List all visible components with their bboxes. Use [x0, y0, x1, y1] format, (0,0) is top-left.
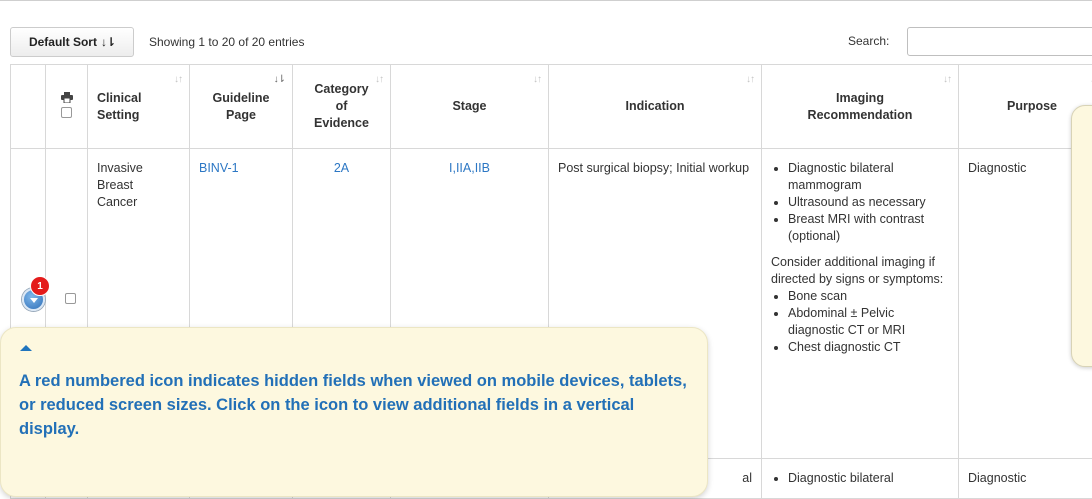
sort-asc-icon: ↓⇂: [274, 71, 285, 88]
default-sort-button[interactable]: Default Sort ↓⇂: [10, 27, 134, 57]
header-stage[interactable]: Stage ↓↑: [391, 65, 549, 149]
header-guideline-page[interactable]: Guideline Page ↓⇂: [190, 65, 293, 149]
help-callout-text: A red numbered icon indicates hidden fie…: [19, 369, 699, 441]
header-stage-label: Stage: [391, 98, 548, 115]
header-imaging-label: Imaging Recommendation: [762, 90, 958, 124]
select-all-checkbox[interactable]: [61, 107, 72, 118]
tooltip-callout-partial: [1071, 105, 1092, 367]
purpose-text: Diagnostic: [959, 459, 1092, 498]
list-item: Chest diagnostic CT: [788, 339, 949, 356]
list-item: Abdominal ± Pelvic diagnostic CT or MRI: [788, 305, 949, 339]
help-callout: A red numbered icon indicates hidden fie…: [0, 327, 708, 497]
header-imaging[interactable]: Imaging Recommendation ↓↑: [762, 65, 959, 149]
print-column-header: [46, 65, 88, 149]
cell-purpose: Diagnostic: [959, 459, 1092, 499]
header-category-label: Category of Evidence: [293, 81, 390, 132]
list-item: Ultrasound as necessary: [788, 194, 949, 211]
sort-icon: ↓↑: [943, 71, 951, 88]
list-item: Breast MRI with contrast (optional): [788, 211, 949, 245]
imaging-note: Consider additional imaging if directed …: [771, 254, 949, 288]
clinical-setting-text: Invasive Breast Cancer: [88, 149, 158, 222]
chevron-down-icon: [30, 298, 38, 303]
cell-imaging: Diagnostic bilateral: [762, 459, 959, 499]
table-toolbar: Default Sort ↓⇂ Showing 1 to 20 of 20 en…: [0, 0, 1092, 64]
imaging-list: Diagnostic bilateral mammogram Ultrasoun…: [771, 160, 949, 245]
header-category[interactable]: Category of Evidence ↓↑: [293, 65, 391, 149]
list-item: Diagnostic bilateral mammogram: [788, 160, 949, 194]
hidden-fields-badge[interactable]: 1: [30, 276, 50, 296]
list-item: Bone scan: [788, 288, 949, 305]
sort-icon: ↓↑: [533, 71, 541, 88]
sort-icon: ↓↑: [375, 71, 383, 88]
sort-icon: ↓↑: [746, 71, 754, 88]
caret-up-icon: [20, 345, 32, 351]
search-label: Search:: [848, 34, 889, 48]
sort-icon: ↓↑: [174, 71, 182, 88]
entries-info: Showing 1 to 20 of 20 entries: [149, 35, 304, 49]
cell-imaging: Diagnostic bilateral mammogram Ultrasoun…: [762, 149, 959, 459]
indication-text: Post surgical biopsy; Initial workup: [549, 149, 761, 188]
header-clinical-setting-label: Clinical Setting: [97, 90, 157, 124]
table-header-row: Clinical Setting ↓↑ Guideline Page ↓⇂ Ca…: [11, 65, 1092, 149]
search-input[interactable]: [907, 27, 1092, 56]
sort-numeric-icon: ↓⇂: [101, 35, 115, 49]
expand-column-header: [11, 65, 46, 149]
guideline-page-link[interactable]: BINV-1: [199, 161, 239, 175]
category-link[interactable]: 2A: [334, 161, 349, 175]
header-indication-label: Indication: [549, 98, 761, 115]
default-sort-label: Default Sort: [29, 35, 97, 49]
row-select-checkbox[interactable]: [65, 293, 76, 304]
header-guideline-page-label: Guideline Page: [190, 90, 292, 124]
imaging-list-additional: Bone scan Abdominal ± Pelvic diagnostic …: [771, 288, 949, 356]
header-indication[interactable]: Indication ↓↑: [549, 65, 762, 149]
stage-link[interactable]: I,IIA,IIB: [449, 161, 490, 175]
list-item: Diagnostic bilateral: [788, 470, 949, 487]
header-clinical-setting[interactable]: Clinical Setting ↓↑: [88, 65, 190, 149]
printer-icon[interactable]: [61, 92, 73, 103]
